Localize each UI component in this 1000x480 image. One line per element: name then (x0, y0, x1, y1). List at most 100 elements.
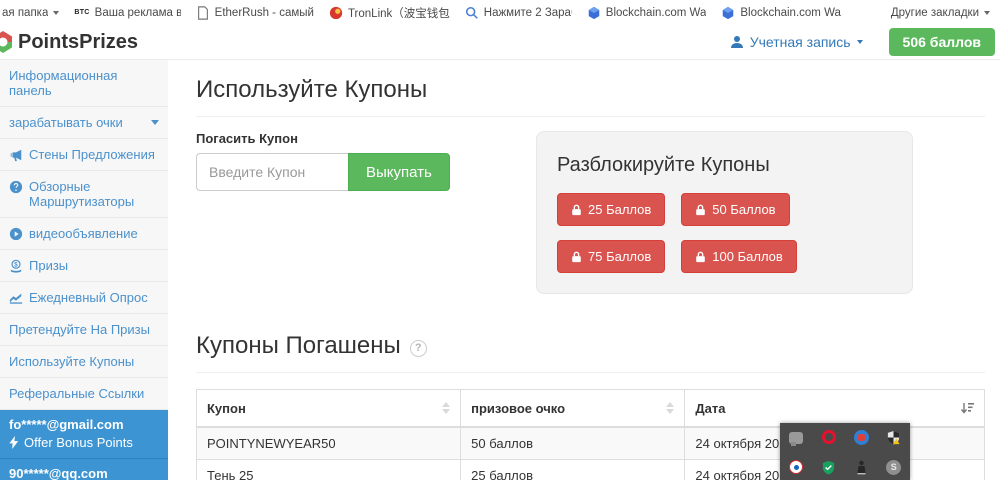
help-icon[interactable]: ? (410, 340, 427, 357)
sidebar-item-survey-routers[interactable]: Обзорные Маршрутизаторы (0, 171, 168, 218)
unlock-100-button[interactable]: 100 Баллов (681, 240, 797, 273)
bookmark-label: Ваша реклама в с (95, 7, 181, 19)
site-logo[interactable]: PointsPrizes (0, 30, 138, 54)
coupon-input[interactable] (196, 153, 348, 191)
lock-icon (571, 204, 582, 216)
photos-app-icon[interactable] (854, 430, 869, 445)
chat-window-icon[interactable] (789, 432, 803, 444)
bookmark-label: ая папка (2, 7, 48, 19)
bookmark-item[interactable]: Blockchain.com Wa (587, 6, 707, 20)
system-app-icon[interactable] (856, 460, 867, 475)
unlock-25-button[interactable]: 25 Баллов (557, 193, 665, 226)
play-circle-icon (9, 227, 23, 241)
tronlink-icon (329, 6, 343, 20)
opera-icon[interactable] (822, 430, 836, 444)
system-tray-popup: S (780, 423, 910, 480)
bolt-icon (9, 436, 19, 449)
chart-line-icon (9, 291, 23, 305)
other-bookmarks-label: Другие закладки (891, 7, 979, 19)
sidebar-item-referral-links[interactable]: Реферальные Ссылки (0, 378, 168, 410)
unlock-coupons-panel: Разблокируйте Купоны 25 Баллов 50 Баллов… (536, 131, 913, 294)
sort-icon (442, 398, 450, 418)
person-icon (730, 35, 744, 49)
page-title: Используйте Купоны (196, 76, 985, 117)
sidebar-item-label: Используйте Купоны (9, 354, 134, 369)
lock-icon (695, 204, 706, 216)
sidebar-item-label: Обзорные Маршрутизаторы (29, 179, 159, 209)
antivirus-shield-icon[interactable] (821, 460, 836, 475)
cell-points: 25 баллов (461, 460, 685, 480)
sidebar-item-dashboard[interactable]: Информационная панель (0, 60, 168, 107)
site-logo-text: PointsPrizes (18, 31, 138, 54)
sidebar-item-earn-points[interactable]: зарабатывать очки (0, 107, 168, 139)
sidebar-item-prizes[interactable]: $ Призы (0, 250, 168, 282)
bookmark-label: Blockchain.com Wa (606, 7, 707, 19)
notification-message: Offer Bonus Points (24, 435, 133, 450)
bookmark-item[interactable]: EtherRush - самый (196, 6, 314, 20)
document-icon (196, 6, 210, 20)
sort-icon (666, 398, 674, 418)
sidebar-item-label: Призы (29, 258, 68, 273)
bonus-notification[interactable]: 90*****@qq.com Offer Bonus Points (0, 459, 168, 480)
sidebar-item-offer-walls[interactable]: Стены Предложения (0, 139, 168, 171)
bookmark-item[interactable]: Нажмите 2 Зараб (465, 6, 572, 20)
coin-icon: $ (9, 259, 23, 273)
sidebar-item-daily-poll[interactable]: Ежедневный Опрос (0, 282, 168, 314)
bookmarks-bar: ая папка BTC Ваша реклама в с EtherRush … (0, 0, 1000, 25)
redeem-button[interactable]: Выкупать (348, 153, 450, 191)
bookmark-folder[interactable]: ая папка (2, 7, 59, 19)
column-header-coupon[interactable]: Купон (197, 390, 461, 427)
lock-icon (571, 251, 582, 263)
bookmark-label: Нажмите 2 Зараб (484, 7, 572, 19)
bonus-notification[interactable]: fo*****@gmail.com Offer Bonus Points (0, 410, 168, 459)
sidebar: Информационная панель зарабатывать очки … (0, 60, 168, 480)
sidebar-item-label: Стены Предложения (29, 147, 155, 162)
blockchain-icon (587, 6, 601, 20)
points-badge[interactable]: 506 баллов (889, 28, 995, 56)
bookmark-item[interactable]: Blockchain.com Wa (721, 6, 841, 20)
sidebar-item-label: зарабатывать очки (9, 115, 123, 130)
skype-icon[interactable]: S (886, 460, 901, 475)
sidebar-item-label: Информационная панель (9, 68, 159, 98)
svg-text:$: $ (14, 262, 18, 269)
main-content: Используйте Купоны Погасить Купон Выкупа… (168, 60, 1000, 480)
sidebar-item-label: Реферальные Ссылки (9, 386, 144, 401)
header-right: Учетная запись 506 баллов (730, 28, 995, 56)
unlock-50-button[interactable]: 50 Баллов (681, 193, 789, 226)
sort-descending-icon (960, 402, 974, 415)
account-menu[interactable]: Учетная запись (730, 34, 863, 50)
bookmark-item[interactable]: TronLink（波宝钱包 (329, 5, 450, 21)
bookmark-label: TronLink（波宝钱包 (348, 5, 450, 21)
redeemed-coupons-title: Купоны Погашены (196, 332, 401, 360)
media-player-icon[interactable] (789, 460, 803, 474)
app-body: Информационная панель зарабатывать очки … (0, 60, 1000, 480)
chevron-down-icon (151, 120, 159, 129)
chevron-down-icon (857, 40, 863, 47)
sidebar-item-claim-prizes[interactable]: Претендуйте На Призы (0, 314, 168, 346)
cell-coupon: POINTYNEWYEAR50 (197, 427, 461, 460)
cell-points: 50 баллов (461, 427, 685, 460)
unlock-coupons-title: Разблокируйте Купоны (557, 154, 892, 177)
sidebar-item-use-coupons[interactable]: Используйте Купоны (0, 346, 168, 378)
chevron-down-icon (984, 11, 990, 18)
redeem-coupon-label: Погасить Купон (196, 131, 536, 146)
other-bookmarks-button[interactable]: Другие закладки (891, 7, 990, 19)
sidebar-item-label: Претендуйте На Призы (9, 322, 150, 337)
sidebar-item-video-ads[interactable]: видеообъявление (0, 218, 168, 250)
notification-email: fo*****@gmail.com (9, 417, 159, 432)
sidebar-item-label: Ежедневный Опрос (29, 290, 148, 305)
megaphone-icon (9, 148, 23, 162)
btc-icon: BTC (74, 9, 89, 16)
bookmark-label: EtherRush - самый (215, 7, 314, 19)
column-header-points[interactable]: призовое очко (461, 390, 685, 427)
unlock-75-button[interactable]: 75 Баллов (557, 240, 665, 273)
cell-coupon: Тень 25 (197, 460, 461, 480)
bookmark-label: Blockchain.com Wa (740, 7, 841, 19)
pointsprizes-logo-icon (0, 30, 15, 54)
bookmark-item[interactable]: BTC Ваша реклама в с (74, 7, 180, 19)
security-shield-warning-icon[interactable] (886, 430, 901, 445)
column-header-date[interactable]: Дата (685, 390, 984, 427)
lock-icon (695, 251, 706, 263)
search-icon (465, 6, 479, 20)
notification-email: 90*****@qq.com (9, 466, 159, 480)
